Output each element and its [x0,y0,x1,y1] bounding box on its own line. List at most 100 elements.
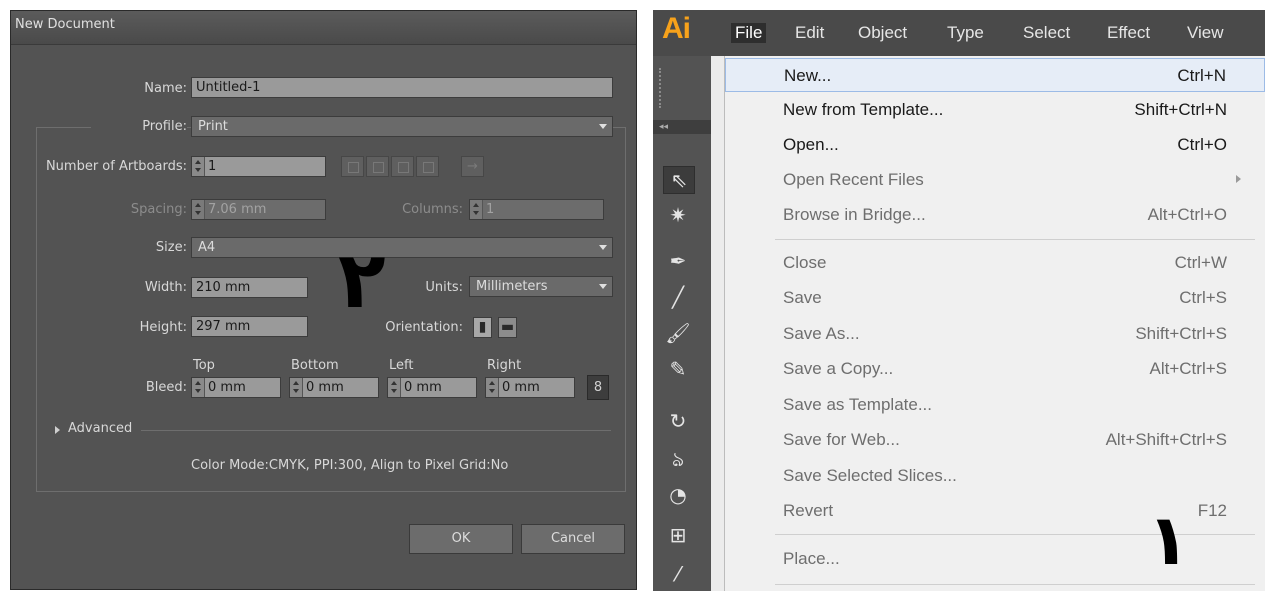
menu-item-label: Save Selected Slices... [783,466,957,485]
menu-file[interactable]: File [731,23,767,43]
bleed-left-label: Left [389,358,414,373]
illustrator-window: Ai File Edit Object Type Select Effect V… [653,10,1265,591]
columns-input[interactable]: 1 [469,199,604,220]
paintbrush-tool-icon[interactable]: 🖌 [663,320,693,346]
menu-item-label: New from Template... [783,100,944,119]
blob-brush-tool-icon[interactable]: ✎ [663,356,693,382]
stepper-icon[interactable] [290,378,303,397]
menu-object[interactable]: Object [858,23,907,43]
panel-grip[interactable] [659,68,665,108]
chevron-down-icon [599,284,607,289]
menu-item-new-from-template[interactable]: New from Template... Shift+Ctrl+N [725,93,1265,127]
bleed-right-value: 0 mm [502,380,540,395]
chain-link-icon[interactable]: 8 [587,375,609,400]
menu-item-label: Browse in Bridge... [783,205,926,224]
dialog-titlebar[interactable]: New Document [11,11,636,45]
bleed-label: Bleed: [145,380,187,395]
chevron-down-icon [599,245,607,250]
menu-item-save-copy[interactable]: Save a Copy... Alt+Ctrl+S [725,352,1265,386]
menu-item-close[interactable]: Close Ctrl+W [725,246,1265,280]
height-input[interactable]: 297 mm [191,316,308,337]
advanced-toggle[interactable]: Advanced [68,421,132,436]
width-label: Width: [144,280,187,295]
menu-effect[interactable]: Effect [1107,23,1150,43]
menu-item-shortcut: Shift+Ctrl+N [1134,100,1227,119]
width-input[interactable]: 210 mm [191,277,308,298]
arrange-by-column-icon[interactable] [416,156,439,177]
grid-by-column-icon[interactable] [366,156,389,177]
columns-label: Columns: [402,202,463,217]
step-number-annotation: ١ [1147,499,1190,581]
landscape-icon[interactable]: ▬ [498,317,517,338]
bleed-right-input[interactable]: 0 mm [485,377,575,398]
profile-value: Print [198,119,228,134]
shape-builder-tool-icon[interactable]: ◔ [663,482,693,508]
ok-button[interactable]: OK [409,524,513,554]
menu-select[interactable]: Select [1023,23,1070,43]
menu-item-shortcut: Alt+Shift+Ctrl+S [1105,430,1227,449]
line-tool-icon[interactable]: ╱ [663,284,693,310]
right-to-left-icon[interactable]: → [461,156,484,177]
menu-item-shortcut: Ctrl+S [1179,288,1227,307]
units-label: Units: [425,280,463,295]
bleed-top-input[interactable]: 0 mm [191,377,281,398]
size-value: A4 [198,240,216,255]
grid-by-row-icon[interactable] [341,156,364,177]
bleed-bottom-input[interactable]: 0 mm [289,377,379,398]
units-select[interactable]: Millimeters [469,276,613,297]
units-value: Millimeters [476,279,548,294]
menu-item-label: Open... [783,135,839,154]
bleed-left-input[interactable]: 0 mm [387,377,477,398]
menu-item-browse-bridge[interactable]: Browse in Bridge... Alt+Ctrl+O [725,198,1265,232]
stepper-icon[interactable] [192,200,205,219]
arrange-by-row-icon[interactable] [391,156,414,177]
menu-item-shortcut: F12 [1197,501,1227,520]
eyedropper-tool-icon[interactable]: ⁄ [663,561,693,587]
menu-item-shortcut: Ctrl+O [1177,135,1227,154]
name-label: Name: [144,81,187,96]
artboards-value: 1 [208,159,217,174]
profile-label: Profile: [91,119,187,134]
menu-item-label: Save a Copy... [783,359,894,378]
stepper-icon[interactable] [470,200,483,219]
menu-item-save-for-web[interactable]: Save for Web... Alt+Shift+Ctrl+S [725,423,1265,457]
portrait-icon[interactable]: ▮ [473,317,492,338]
size-select[interactable]: A4 [191,237,613,258]
bleed-top-value: 0 mm [208,380,246,395]
menu-item-shortcut: Alt+Ctrl+O [1147,205,1227,224]
selection-tool-icon[interactable]: ⇖ [663,166,695,194]
menu-type[interactable]: Type [947,23,984,43]
profile-select[interactable]: Print [191,116,613,137]
menu-item-save-slices[interactable]: Save Selected Slices... [725,459,1265,493]
rotate-tool-icon[interactable]: ↻ [663,408,693,434]
menu-view[interactable]: View [1187,23,1224,43]
spacing-input[interactable]: 7.06 mm [191,199,326,220]
artboards-input[interactable]: 1 [191,156,326,177]
menu-item-open-recent[interactable]: Open Recent Files [725,163,1265,197]
menu-item-save[interactable]: Save Ctrl+S [725,281,1265,315]
menu-item-open[interactable]: Open... Ctrl+O [725,128,1265,162]
columns-value: 1 [486,202,495,217]
menu-edit[interactable]: Edit [795,23,824,43]
stepper-icon[interactable] [486,378,499,397]
menu-separator [775,584,1255,585]
cancel-button[interactable]: Cancel [521,524,625,554]
menu-item-label: Revert [783,501,834,520]
magic-wand-tool-icon[interactable]: ✷ [663,202,693,228]
stepper-icon[interactable] [388,378,401,397]
menu-item-shortcut: Ctrl+W [1174,253,1227,272]
menu-item-save-template[interactable]: Save as Template... [725,388,1265,422]
collapse-arrows-icon[interactable]: ◂◂ [653,120,711,134]
disclosure-triangle-icon[interactable] [55,426,60,434]
warp-tool-icon[interactable]: ঌ [663,446,693,472]
menu-item-new[interactable]: New... Ctrl+N [725,58,1265,92]
name-input[interactable]: Untitled-1 [191,77,613,98]
mesh-tool-icon[interactable]: ⊞ [663,522,693,548]
menu-item-label: New... [784,66,832,85]
stepper-icon[interactable] [192,378,205,397]
stepper-icon[interactable] [192,157,205,176]
menu-item-save-as[interactable]: Save As... Shift+Ctrl+S [725,317,1265,351]
pen-tool-icon[interactable]: ✒ [663,248,693,274]
step-number-annotation: ٢ [338,236,386,326]
height-label: Height: [139,320,187,335]
